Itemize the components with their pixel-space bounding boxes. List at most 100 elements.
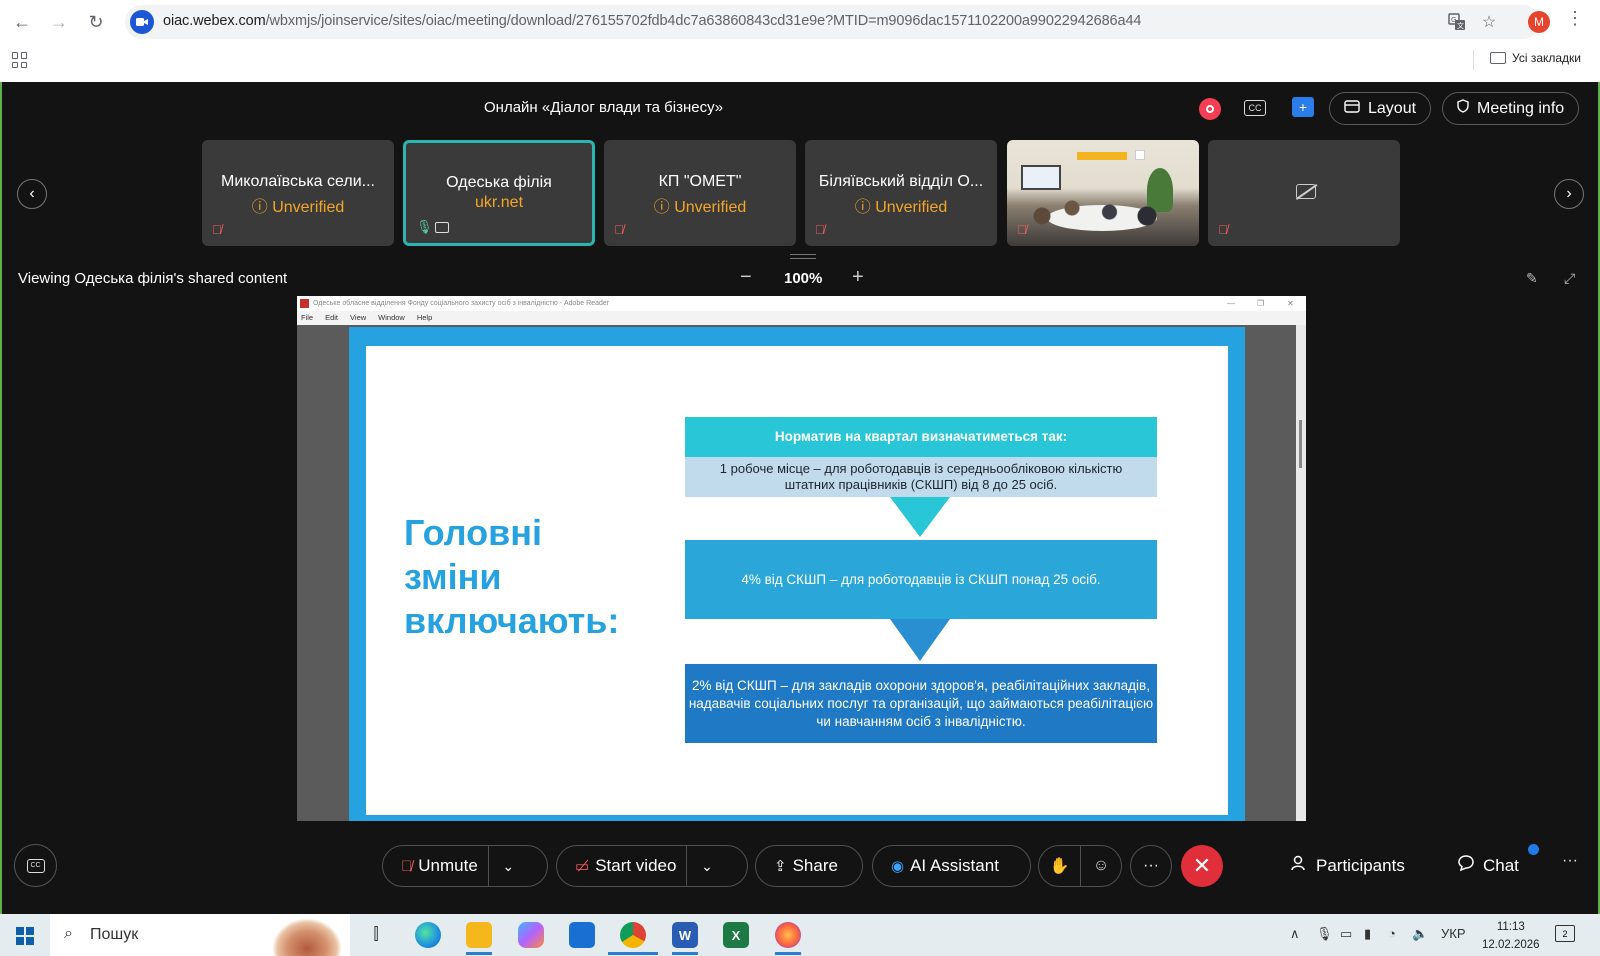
zoom-in-icon[interactable]: + — [852, 266, 864, 289]
participant-video-feed — [1007, 140, 1199, 246]
word-icon[interactable]: W — [672, 922, 698, 948]
chrome-menu-icon[interactable]: ⋮ — [1566, 8, 1584, 29]
down-arrow-icon — [890, 619, 950, 661]
captions-icon: CC — [26, 858, 45, 873]
layout-label: Layout — [1368, 99, 1417, 117]
menu-help[interactable]: Help — [417, 311, 432, 325]
task-view-icon[interactable]: ⫿ — [363, 922, 389, 948]
meeting-info-label: Meeting info — [1477, 99, 1565, 117]
chat-icon — [1457, 854, 1475, 877]
captions-button[interactable]: CC — [14, 844, 57, 887]
windows-taskbar: ⌕ Пошук ⫿ W X ∧ 🎙 ▭ ▮ ◔ 🔈 УКР 11:13 12.0… — [0, 914, 1600, 956]
language-indicator[interactable]: УКР — [1441, 926, 1466, 941]
menu-file[interactable]: File — [301, 311, 313, 325]
adobe-scrollbar[interactable] — [1296, 325, 1306, 821]
copilot-icon[interactable] — [518, 922, 544, 948]
file-explorer-icon[interactable] — [466, 922, 492, 948]
leave-meeting-icon[interactable]: ✕ — [1181, 845, 1223, 887]
video-off-icon[interactable]: ▭̸ — [575, 857, 589, 875]
start-video-button[interactable]: Start video — [589, 856, 686, 876]
apps-grid-icon[interactable] — [12, 52, 28, 68]
back-icon[interactable]: ← — [8, 8, 36, 36]
bookmark-star-icon[interactable]: ☆ — [1479, 12, 1499, 32]
webex-site-icon[interactable] — [130, 10, 154, 34]
ai-assistant-button[interactable]: ◉ AI Assistant — [872, 845, 1031, 887]
add-to-calendar-icon[interactable]: + — [1292, 97, 1314, 117]
layout-button[interactable]: Layout — [1329, 92, 1432, 125]
participant-tile-no-video[interactable]: 🎙̸ — [1208, 140, 1400, 246]
emoji-reaction-icon[interactable]: ☺ — [1079, 846, 1121, 886]
participant-domain: ukr.net — [474, 194, 524, 211]
profile-avatar[interactable]: M — [1528, 11, 1550, 33]
battery-icon[interactable]: ▮ — [1364, 926, 1371, 942]
participant-name: Миколаївська сели... — [221, 173, 375, 190]
show-hidden-icons-icon[interactable]: ∧ — [1290, 926, 1300, 942]
annotate-icon[interactable]: ✎ — [1526, 270, 1538, 287]
folder-icon — [1490, 52, 1506, 64]
more-options-icon[interactable]: ··· — [1130, 845, 1172, 887]
video-control: ▭̸ Start video ⌄ — [556, 845, 748, 887]
minimize-icon[interactable]: — — [1227, 296, 1235, 311]
recording-icon[interactable] — [1199, 98, 1221, 120]
taskbar-search[interactable]: ⌕ Пошук — [50, 914, 350, 956]
participant-tile[interactable]: Біляївський відділ О... ⓘ Unverified 🎙̸ — [805, 140, 997, 246]
system-clock[interactable]: 11:13 12.02.2026 — [1482, 918, 1540, 954]
shield-icon — [1457, 99, 1469, 118]
muted-mic-icon: 🎙̸ — [815, 222, 825, 237]
norm-box-4-percent: 4% від СКШП – для роботодавців із СКШП п… — [685, 540, 1157, 619]
url-text[interactable]: oiac.webex.com/wbxmjs/joinservice/sites/… — [163, 13, 1142, 29]
close-icon[interactable]: ✕ — [1287, 296, 1294, 311]
menu-view[interactable]: View — [350, 311, 366, 325]
muted-mic-icon: 🎙̸ — [614, 222, 624, 237]
reactions-group: ✋ ☺ — [1038, 845, 1122, 887]
volume-icon[interactable]: 🔈 — [1412, 926, 1428, 942]
next-participants-icon[interactable]: › — [1554, 179, 1584, 209]
participant-tile-active-speaker[interactable]: Одеська філія ukr.net 🎙 — [403, 140, 595, 246]
participant-tile[interactable]: КП "ОМЕТ" ⓘ Unverified 🎙̸ — [604, 140, 796, 246]
unmute-button[interactable]: Unmute — [412, 856, 488, 876]
chrome-icon[interactable] — [620, 922, 646, 948]
browser-chrome: ← → ↻ oiac.webex.com/wbxmjs/joinservice/… — [0, 0, 1600, 82]
shared-screen: Одеське обласне відділення Фонду соціаль… — [297, 296, 1306, 821]
chat-button[interactable]: Chat — [1457, 854, 1519, 877]
video-options-chevron-icon[interactable]: ⌄ — [686, 846, 726, 886]
more-panels-icon[interactable]: ··· — [1562, 852, 1578, 870]
closed-captions-icon[interactable]: CC — [1244, 100, 1266, 116]
participant-tile[interactable]: Миколаївська сели... ⓘ Unverified 🎙̸ — [202, 140, 394, 246]
participant-name: Одеська філія — [446, 174, 552, 191]
network-icon[interactable]: ◔ — [1388, 926, 1396, 941]
participants-label: Participants — [1316, 855, 1405, 875]
menu-edit[interactable]: Edit — [325, 311, 338, 325]
zoom-out-icon[interactable]: − — [740, 266, 752, 289]
participant-tile-video[interactable]: 🎙̸ — [1007, 140, 1199, 246]
tablet-tray-icon[interactable]: ▭ — [1340, 926, 1352, 942]
ai-assistant-label: AI Assistant — [910, 856, 999, 875]
forward-icon[interactable]: → — [45, 8, 73, 36]
participants-icon — [1290, 854, 1308, 877]
audio-options-chevron-icon[interactable]: ⌄ — [487, 846, 528, 886]
expand-icon[interactable]: ⤢ — [1564, 270, 1575, 287]
address-bar[interactable]: oiac.webex.com/wbxmjs/joinservice/sites/… — [125, 5, 1540, 39]
participants-button[interactable]: Participants — [1290, 854, 1405, 877]
notifications-icon[interactable]: 2 — [1555, 925, 1575, 942]
windows-start-icon[interactable] — [16, 927, 34, 945]
all-bookmarks-button[interactable]: Усі закладки — [1490, 51, 1581, 65]
participant-status: ⓘ Unverified — [653, 199, 747, 216]
menu-window[interactable]: Window — [378, 311, 405, 325]
translate-icon[interactable]: G文 — [1447, 12, 1467, 32]
excel-icon[interactable]: X — [723, 922, 749, 948]
edge-browser-icon[interactable] — [415, 922, 441, 948]
url-host: oiac.webex.com — [163, 13, 266, 29]
previous-participants-icon[interactable]: ‹ — [17, 179, 47, 209]
reload-icon[interactable]: ↻ — [82, 8, 110, 36]
microphone-tray-icon[interactable]: 🎙 — [1316, 926, 1333, 942]
meeting-info-button[interactable]: Meeting info — [1442, 92, 1580, 125]
maximize-icon[interactable]: ❐ — [1257, 296, 1264, 311]
muted-mic-icon[interactable]: 🎙̸ — [401, 858, 412, 875]
share-button[interactable]: ⇪ Share — [755, 845, 863, 887]
microsoft-store-icon[interactable] — [569, 922, 595, 948]
raise-hand-icon[interactable]: ✋ — [1039, 846, 1080, 886]
resize-handle[interactable] — [790, 254, 816, 259]
svg-text:文: 文 — [1457, 21, 1464, 30]
firefox-icon[interactable] — [775, 922, 801, 948]
